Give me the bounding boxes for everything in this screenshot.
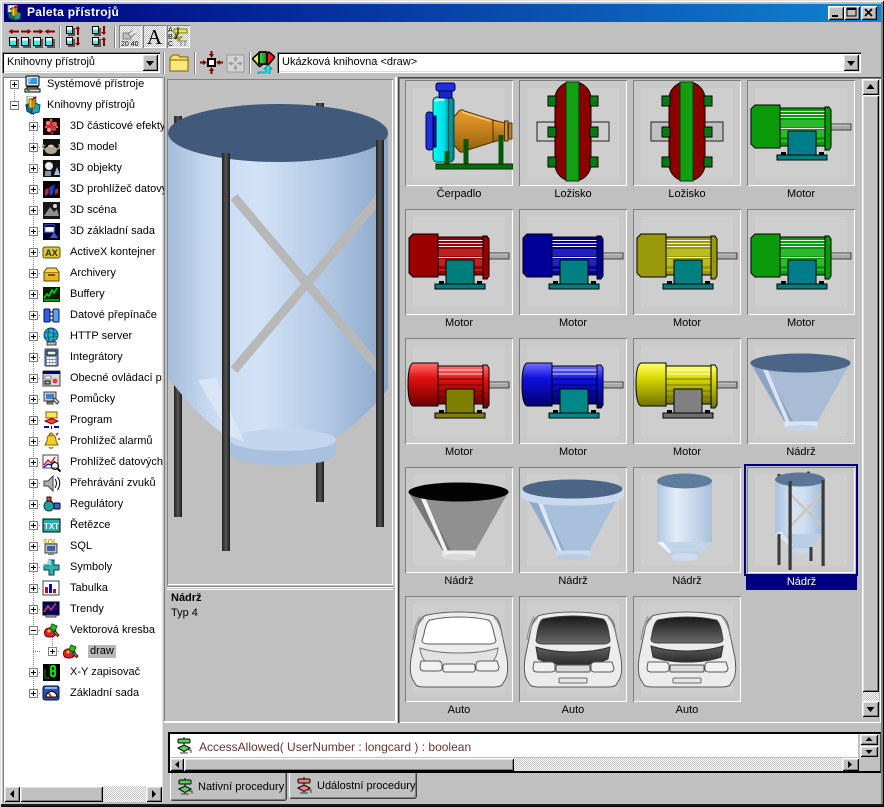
svg-text:A: A xyxy=(147,25,163,48)
svg-text:TXT: TXT xyxy=(44,522,59,531)
svg-text:20 40: 20 40 xyxy=(121,41,139,48)
svg-text:AX: AX xyxy=(45,248,58,258)
svg-text:C: C xyxy=(168,41,173,48)
svg-text:B: B xyxy=(168,34,173,41)
svg-text:A: A xyxy=(168,27,173,34)
